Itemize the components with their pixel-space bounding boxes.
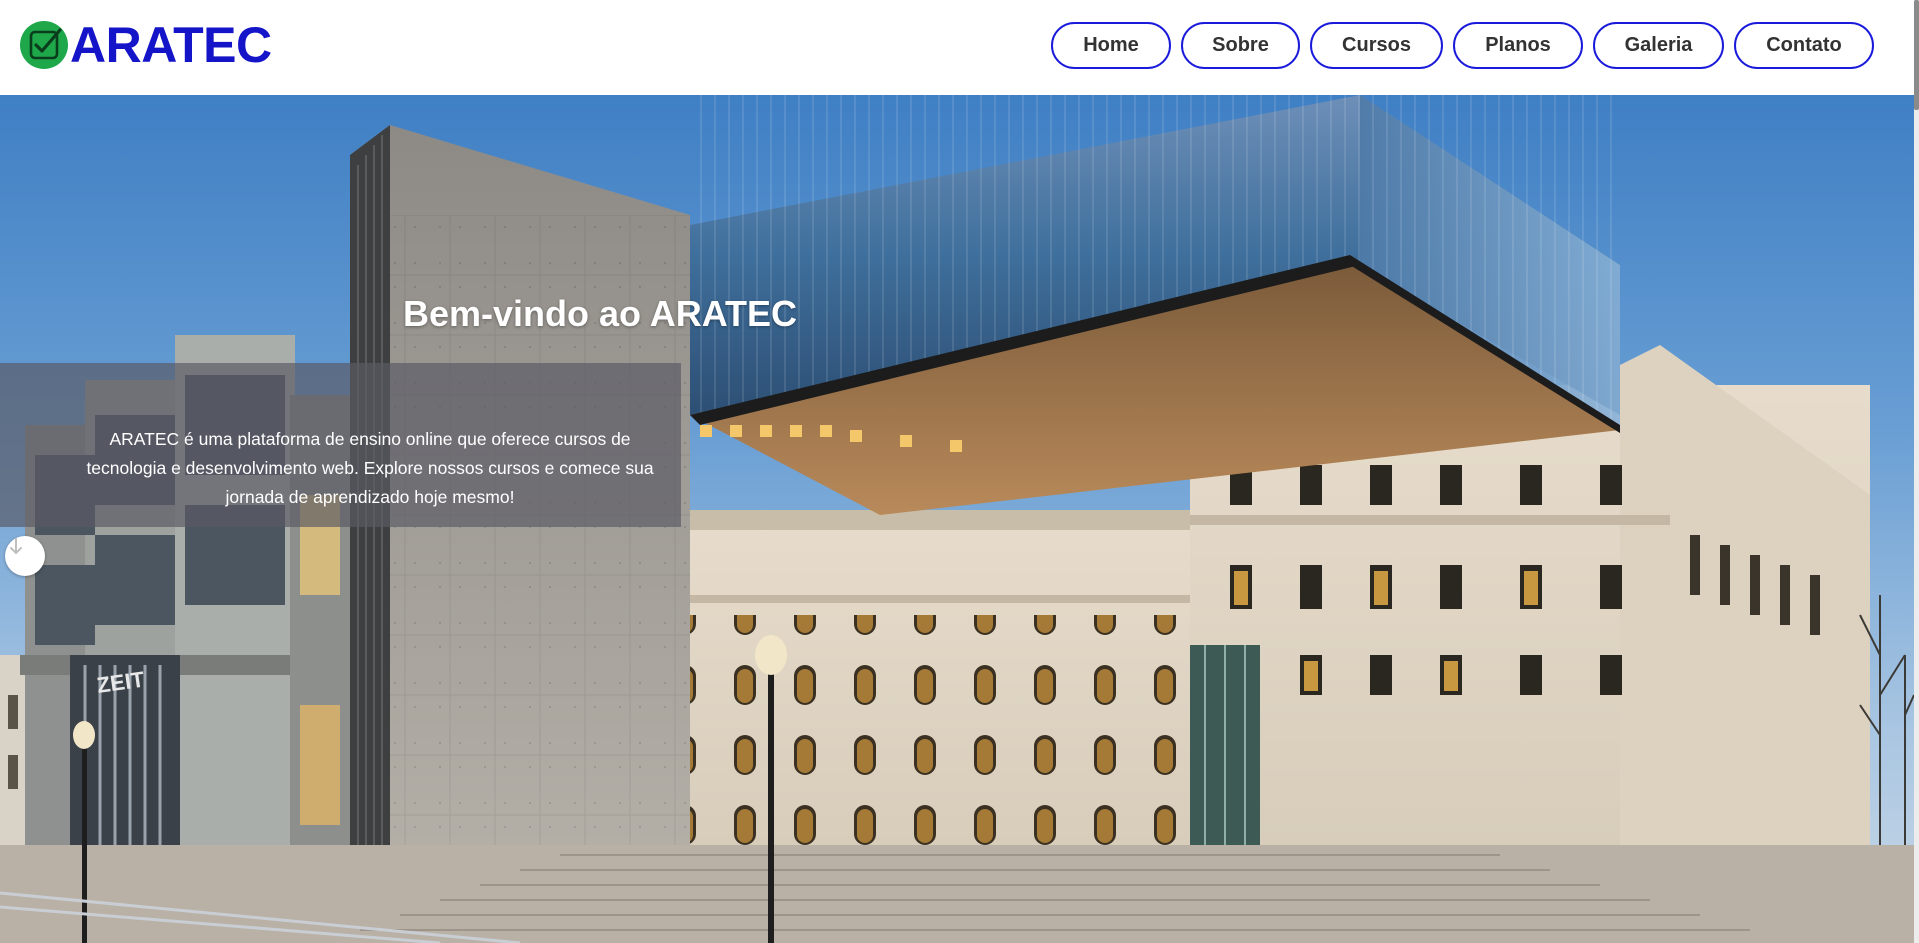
nav-galeria[interactable]: Galeria: [1593, 22, 1724, 69]
page-scrollbar[interactable]: [1914, 0, 1919, 943]
logo[interactable]: ARATEC: [19, 18, 272, 72]
chevron-down-icon: [10, 538, 22, 554]
slider-scroll-button[interactable]: [5, 536, 45, 576]
check-square-icon: [20, 21, 68, 69]
main-nav: Home Sobre Cursos Planos Galeria Contato: [1051, 22, 1874, 69]
scrollbar-thumb[interactable]: [1914, 0, 1919, 110]
hero-title: Bem-vindo ao ARATEC: [403, 293, 798, 334]
brand-name: ARATEC: [70, 17, 272, 73]
nav-sobre[interactable]: Sobre: [1181, 22, 1300, 69]
hero-description: ARATEC é uma plataforma de ensino online…: [86, 428, 654, 507]
hero-section: ZEIT ARATEC é uma plataforma de ensino o…: [0, 95, 1914, 943]
nav-planos[interactable]: Planos: [1453, 22, 1583, 69]
nav-contato[interactable]: Contato: [1734, 22, 1874, 69]
nav-home[interactable]: Home: [1051, 22, 1171, 69]
hero-caption-box: ARATEC é uma plataforma de ensino online…: [0, 363, 681, 527]
site-header: ARATEC Home Sobre Cursos Planos Galeria …: [0, 0, 1919, 95]
nav-cursos[interactable]: Cursos: [1310, 22, 1443, 69]
